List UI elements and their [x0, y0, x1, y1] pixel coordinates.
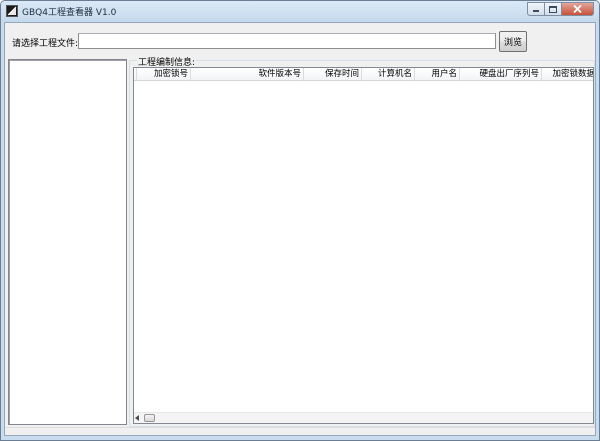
window-controls — [527, 2, 594, 17]
column-header-save-time[interactable]: 保存时间 — [304, 68, 362, 81]
close-icon — [573, 5, 582, 13]
scroll-thumb[interactable] — [144, 414, 155, 422]
list-header: 加密锁号 软件版本号 保存时间 计算机名 用户名 硬盘出厂序列号 加密锁数据 — [134, 68, 593, 81]
file-select-label: 请选择工程文件: — [12, 39, 79, 49]
maximize-button[interactable] — [544, 2, 561, 16]
app-icon[interactable] — [6, 5, 18, 17]
file-path-input[interactable] — [78, 33, 496, 49]
minimize-button[interactable] — [527, 2, 544, 16]
window-title: GBQ4工程查看器 V1.0 — [22, 8, 117, 18]
minimize-icon — [533, 10, 539, 12]
browse-button[interactable]: 浏览 — [499, 31, 527, 52]
column-header-disk-serial[interactable]: 硬盘出厂序列号 — [460, 68, 542, 81]
column-header-computer-name[interactable]: 计算机名 — [362, 68, 415, 81]
column-header-lock-id[interactable]: 加密锁号 — [137, 68, 191, 81]
app-window: GBQ4工程查看器 V1.0 请选择工程文件: 浏览 工程编制信息: 加密锁号 … — [0, 0, 600, 441]
status-bar — [5, 427, 595, 435]
project-info-list[interactable]: 加密锁号 软件版本号 保存时间 计算机名 用户名 硬盘出厂序列号 加密锁数据 — [133, 67, 594, 424]
horizontal-scrollbar[interactable] — [134, 412, 593, 423]
maximize-icon — [549, 5, 557, 13]
column-header-lock-data[interactable]: 加密锁数据 — [542, 68, 593, 81]
project-tree-panel[interactable] — [8, 59, 127, 425]
client-area: 请选择工程文件: 浏览 工程编制信息: 加密锁号 软件版本号 保存时间 计算机名… — [4, 22, 596, 436]
column-header-user-name[interactable]: 用户名 — [415, 68, 460, 81]
close-button[interactable] — [561, 2, 594, 16]
arrow-left-icon[interactable] — [135, 415, 139, 421]
title-bar[interactable]: GBQ4工程查看器 V1.0 — [1, 1, 599, 22]
column-header-software-version[interactable]: 软件版本号 — [191, 68, 304, 81]
